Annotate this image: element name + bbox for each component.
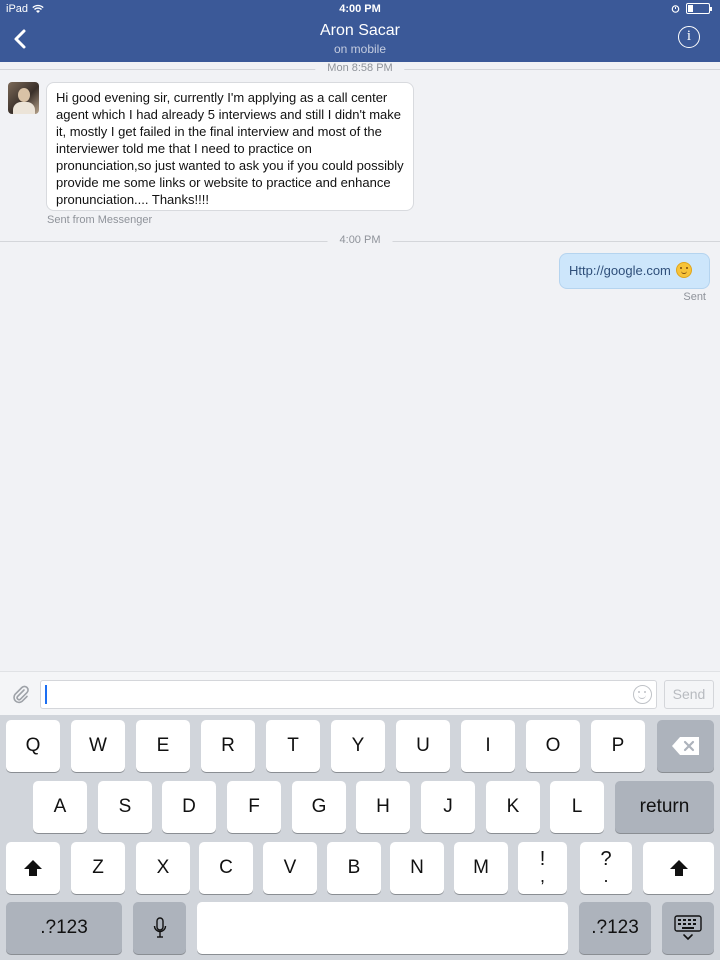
- timestamp-divider: Mon 8:58 PM: [0, 62, 720, 76]
- timestamp-label: 4:00 PM: [327, 234, 393, 246]
- key-o[interactable]: O: [526, 720, 580, 772]
- hide-keyboard-key[interactable]: [662, 902, 714, 954]
- shift-arrow-icon: [669, 860, 688, 876]
- key-h[interactable]: H: [356, 781, 410, 833]
- key-z[interactable]: Z: [71, 842, 125, 894]
- key-g[interactable]: G: [292, 781, 346, 833]
- text-cursor: [45, 685, 47, 704]
- key-f[interactable]: F: [227, 781, 281, 833]
- status-bar: iPad 4:00 PM: [0, 0, 720, 20]
- key-secondary-char: .: [603, 866, 609, 886]
- key-a[interactable]: A: [33, 781, 87, 833]
- key-n[interactable]: N: [390, 842, 444, 894]
- attach-button[interactable]: [10, 684, 32, 706]
- conversation-header: iPad 4:00 PM Aron Sacar on mobile i: [0, 0, 720, 62]
- clock: 4:00 PM: [339, 3, 381, 15]
- key-r[interactable]: R: [201, 720, 255, 772]
- timestamp-label: Mon 8:58 PM: [315, 62, 405, 74]
- alarm-icon: [671, 5, 680, 13]
- key-m[interactable]: M: [454, 842, 508, 894]
- dictation-key[interactable]: [133, 902, 186, 954]
- contact-name[interactable]: Aron Sacar: [0, 22, 720, 40]
- key-j[interactable]: J: [421, 781, 475, 833]
- smiley-emoji-icon: [675, 262, 692, 278]
- message-composer: Send: [0, 671, 720, 715]
- paperclip-icon: [13, 685, 29, 704]
- timestamp-divider: 4:00 PM: [0, 234, 720, 248]
- microphone-icon: [153, 917, 166, 938]
- key-question-period[interactable]: ? .: [580, 842, 632, 894]
- key-e[interactable]: E: [136, 720, 190, 772]
- avatar[interactable]: [8, 82, 39, 114]
- key-s[interactable]: S: [98, 781, 152, 833]
- info-icon[interactable]: i: [678, 26, 700, 48]
- smiley-icon[interactable]: [633, 685, 652, 704]
- key-x[interactable]: X: [136, 842, 190, 894]
- delivery-status: Sent: [683, 291, 706, 303]
- key-k[interactable]: K: [486, 781, 540, 833]
- keyboard-hide-icon: [674, 915, 702, 941]
- outgoing-message-text[interactable]: Http://google.com: [569, 263, 671, 278]
- key-t[interactable]: T: [266, 720, 320, 772]
- space-key[interactable]: [197, 902, 568, 954]
- shift-arrow-icon: [24, 860, 42, 876]
- shift-key-left[interactable]: [6, 842, 60, 894]
- key-i[interactable]: I: [461, 720, 515, 772]
- key-d[interactable]: D: [162, 781, 216, 833]
- key-b[interactable]: B: [327, 842, 381, 894]
- numbers-key-right[interactable]: .?123: [579, 902, 651, 954]
- backspace-key[interactable]: [657, 720, 714, 772]
- outgoing-message-bubble[interactable]: Http://google.com: [559, 253, 710, 289]
- contact-status: on mobile: [333, 42, 387, 56]
- status-right: [671, 3, 712, 14]
- send-button[interactable]: Send: [664, 680, 714, 709]
- return-key[interactable]: return: [615, 781, 714, 833]
- numbers-key-left[interactable]: .?123: [6, 902, 122, 954]
- message-input[interactable]: [40, 680, 657, 709]
- key-u[interactable]: U: [396, 720, 450, 772]
- key-p[interactable]: P: [591, 720, 645, 772]
- incoming-message-bubble[interactable]: Hi good evening sir, currently I'm apply…: [46, 82, 414, 211]
- onscreen-keyboard: Q W E R T Y U I O P A S D F G H J K L re…: [0, 715, 720, 960]
- key-secondary-char: ,: [539, 866, 545, 886]
- backspace-icon: [671, 737, 699, 755]
- key-c[interactable]: C: [199, 842, 253, 894]
- battery-icon: [686, 3, 712, 14]
- key-l[interactable]: L: [550, 781, 604, 833]
- key-y[interactable]: Y: [331, 720, 385, 772]
- key-w[interactable]: W: [71, 720, 125, 772]
- key-q[interactable]: Q: [6, 720, 60, 772]
- shift-key-right[interactable]: [643, 842, 714, 894]
- key-exclamation-comma[interactable]: ! ,: [518, 842, 567, 894]
- key-v[interactable]: V: [263, 842, 317, 894]
- message-source-label: Sent from Messenger: [47, 214, 153, 226]
